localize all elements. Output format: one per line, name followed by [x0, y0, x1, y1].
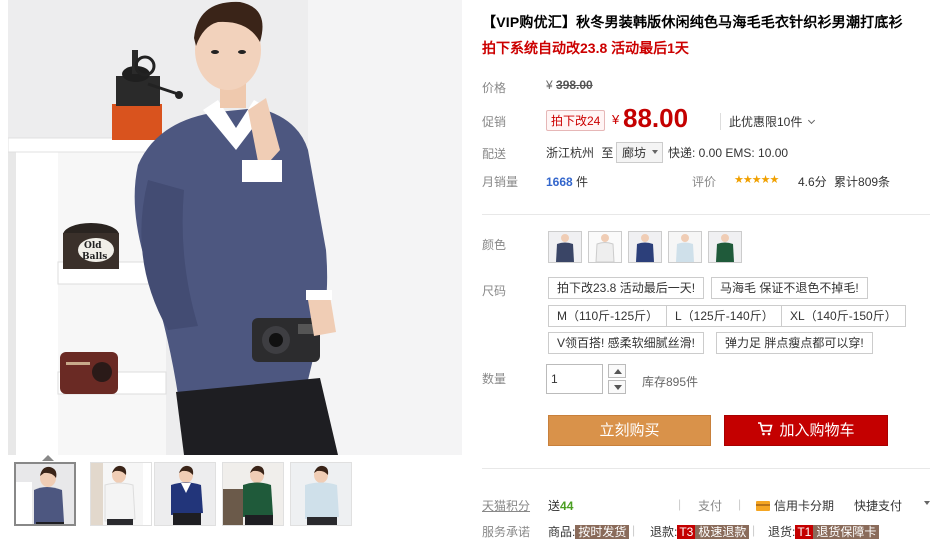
product-photo-illustration: Old Balls — [8, 0, 462, 455]
thumbnail-1[interactable] — [14, 462, 76, 526]
monthly-sales-label: 月销量 — [482, 175, 519, 189]
buy-now-button[interactable]: 立刻购买 — [548, 415, 711, 446]
return-guarantee-badge: 退货保障卡 — [813, 525, 880, 539]
product-info-panel: 【VIP购优汇】秋冬男装韩版休闲纯色马海毛毛衣针织衫男潮打底衫 拍下系统自动改2… — [482, 0, 930, 544]
size-label: 尺码 — [482, 284, 507, 298]
tmall-points-label[interactable]: 天猫积分 — [482, 497, 530, 514]
promo-limit-text: 此优惠限10件 — [729, 115, 803, 129]
credit-card-icon — [756, 501, 770, 511]
color-swatch-1[interactable] — [548, 231, 582, 263]
caret-down-icon — [652, 150, 659, 154]
refund-label: 退款: — [650, 525, 678, 539]
destination-city: 廊坊 — [622, 146, 647, 160]
caret-down-icon[interactable] — [924, 501, 930, 505]
svg-text:Old: Old — [84, 241, 102, 251]
size-option-1[interactable]: 拍下改23.8 活动最后一天! — [548, 277, 705, 299]
promo-label: 促销 — [482, 115, 507, 129]
color-label: 颜色 — [482, 238, 507, 252]
separator: | — [752, 523, 756, 537]
current-price-currency: ¥ — [612, 112, 620, 127]
quantity-decrease-button[interactable] — [608, 380, 626, 394]
quick-pay[interactable]: 快捷支付 — [854, 497, 902, 514]
rating-summary[interactable]: 4.6分 累计809条 — [798, 173, 890, 190]
chevron-down-icon — [807, 116, 815, 125]
destination-select[interactable]: 廊坊 — [616, 142, 664, 163]
service-refund[interactable]: 退款: T3 极速退款 — [650, 523, 750, 540]
price-label: 价格 — [482, 81, 507, 95]
thumbnail-5[interactable] — [290, 462, 352, 526]
separator: | — [738, 497, 742, 511]
thumbnail-4[interactable] — [222, 462, 284, 526]
tmall-points: 送44 — [548, 497, 573, 514]
promo-tag: 拍下改24 — [546, 110, 606, 131]
original-price-value: 398.00 — [556, 78, 593, 92]
t3-badge: T3 — [677, 525, 696, 539]
monthly-sales: 1668 件 — [546, 173, 588, 190]
current-price: 88.00 — [623, 103, 689, 133]
add-to-cart-label: 加入购物车 — [779, 422, 855, 439]
service-return[interactable]: 退货: T1 退货保障卡 — [768, 523, 880, 540]
monthly-sales-count: 1668 — [546, 175, 573, 189]
delivery-label: 配送 — [482, 147, 507, 161]
divider — [482, 468, 930, 469]
quantity-label: 数量 — [482, 372, 507, 386]
thumbnail-3[interactable] — [154, 462, 216, 526]
payment-label: 支付 — [698, 499, 723, 513]
size-option-6[interactable]: V领百搭! 感柔软细腻丝滑! — [548, 332, 705, 354]
thumbnail-2[interactable] — [90, 462, 152, 526]
original-price: ¥ 398.00 — [546, 78, 593, 92]
size-option-2[interactable]: 马海毛 保证不退色不掉毛! — [711, 277, 868, 299]
divider — [482, 214, 930, 215]
main-product-image[interactable]: Old Balls — [8, 0, 462, 455]
fast-refund-badge: 极速退款 — [695, 525, 750, 539]
service-label: 服务承诺 — [482, 525, 531, 539]
points-value: 44 — [560, 499, 574, 513]
color-swatch-3[interactable] — [628, 231, 662, 263]
original-price-currency: ¥ — [546, 78, 553, 92]
ship-from-city: 浙江杭州 — [546, 146, 595, 160]
credit-installment-label: 信用卡分期 — [774, 499, 835, 513]
size-option-xl[interactable]: XL（140斤-150斤） — [781, 305, 906, 327]
ship-to-word: 至 — [601, 146, 614, 160]
quantity-input[interactable] — [546, 364, 603, 394]
rating-stars-icon: ★★★★★ — [734, 174, 779, 186]
ontime-delivery-badge: 按时发货 — [575, 525, 630, 539]
cart-icon — [757, 417, 774, 446]
credit-installment[interactable]: 信用卡分期 — [756, 497, 834, 514]
promo-limit-dropdown[interactable]: 此优惠限10件 — [720, 113, 815, 130]
active-thumb-indicator — [42, 455, 54, 461]
shipping-fees: 快递: 0.00 EMS: 10.00 — [668, 146, 789, 160]
monthly-sales-unit: 件 — [576, 175, 589, 189]
stock-count: 库存895件 — [642, 375, 699, 389]
review-count[interactable]: 累计809条 — [834, 175, 890, 189]
service-goods[interactable]: 商品: 按时发货 — [548, 523, 630, 540]
goods-label: 商品: — [548, 525, 576, 539]
product-title: 【VIP购优汇】秋冬男装韩版休闲纯色马海毛毛衣针织衫男潮打底衫 — [482, 14, 903, 30]
add-to-cart-button[interactable]: 加入购物车 — [724, 415, 888, 446]
size-option-l[interactable]: L（125斤-140斤） — [666, 305, 783, 327]
rating-score: 4.6分 — [798, 175, 827, 189]
separator: | — [678, 497, 682, 511]
size-option-m[interactable]: M（110斤-125斤） — [548, 305, 668, 327]
quantity-increase-button[interactable] — [608, 364, 626, 378]
points-prefix: 送 — [548, 499, 561, 513]
separator: | — [632, 523, 636, 537]
color-swatch-4[interactable] — [668, 231, 702, 263]
svg-text:Balls: Balls — [82, 252, 107, 262]
return-label: 退货: — [768, 525, 796, 539]
rating-label: 评价 — [692, 175, 717, 189]
ship-origin: 浙江杭州 至 — [546, 144, 613, 161]
color-swatch-2[interactable] — [588, 231, 622, 263]
product-subtitle: 拍下系统自动改23.8 活动最后1天 — [482, 40, 689, 56]
size-option-7[interactable]: 弹力足 胖点瘦点都可以穿! — [716, 332, 873, 354]
color-swatch-5[interactable] — [708, 231, 742, 263]
t1-badge: T1 — [795, 525, 814, 539]
